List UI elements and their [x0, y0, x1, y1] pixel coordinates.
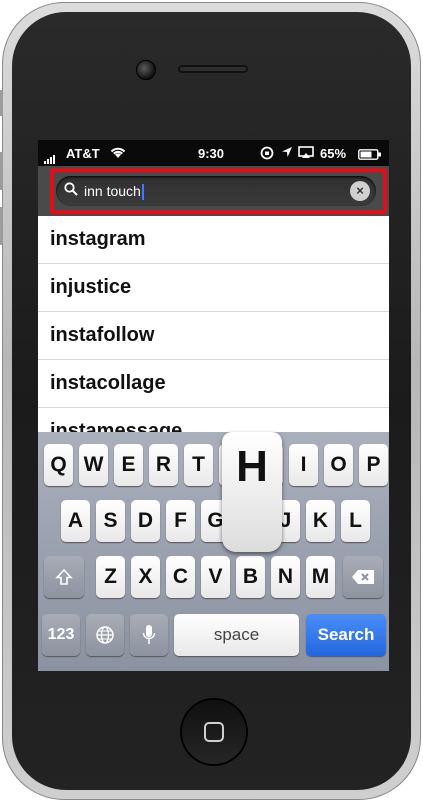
carrier-label: AT&T: [66, 146, 100, 161]
battery-percent: 65%: [320, 146, 347, 161]
status-bar: AT&T 9:30 65%: [38, 140, 389, 166]
key-c[interactable]: C: [166, 556, 195, 598]
shift-key[interactable]: [44, 556, 84, 598]
key-l[interactable]: L: [341, 500, 370, 542]
key-q[interactable]: Q: [44, 444, 73, 486]
key-preview-popup: H: [222, 432, 282, 552]
earpiece-speaker: [178, 65, 248, 73]
suggestion-item[interactable]: instagram: [38, 216, 389, 264]
front-camera: [136, 60, 156, 80]
key-i[interactable]: I: [289, 444, 318, 486]
search-highlight-box: [50, 168, 387, 214]
volume-up-button: [0, 152, 3, 190]
rotation-lock-icon: [260, 146, 275, 163]
search-bar: inn touch ×: [38, 166, 389, 216]
key-d[interactable]: D: [131, 500, 160, 542]
search-key[interactable]: Search: [306, 614, 386, 656]
key-m[interactable]: M: [306, 556, 335, 598]
home-button[interactable]: [182, 700, 246, 764]
suggestion-list: instagram injustice instafollow instacol…: [38, 216, 389, 456]
wifi-icon: [110, 146, 126, 162]
space-key[interactable]: space: [174, 614, 299, 656]
key-x[interactable]: X: [131, 556, 160, 598]
delete-key[interactable]: [343, 556, 383, 598]
signal-icon: [44, 149, 56, 164]
key-s[interactable]: S: [96, 500, 125, 542]
key-v[interactable]: V: [201, 556, 230, 598]
clock-time: 9:30: [198, 146, 225, 161]
shift-icon: [55, 568, 73, 585]
key-b[interactable]: B: [236, 556, 265, 598]
key-e[interactable]: E: [114, 444, 143, 486]
battery-icon: [358, 148, 382, 163]
suggestion-item[interactable]: instafollow: [38, 312, 389, 360]
keyboard: Q W E R T Y U I O P A S D F G H J K L Z …: [38, 432, 389, 671]
home-square-icon: [204, 722, 224, 742]
key-r[interactable]: R: [149, 444, 178, 486]
key-a[interactable]: A: [61, 500, 90, 542]
key-k[interactable]: K: [306, 500, 335, 542]
screen: AT&T 9:30 65% inn touch × instagram inju…: [38, 140, 389, 671]
globe-icon: [96, 626, 114, 644]
backspace-icon: [352, 569, 374, 584]
key-n[interactable]: N: [271, 556, 300, 598]
key-o[interactable]: O: [324, 444, 353, 486]
mute-switch: [0, 90, 3, 116]
key-preview-letter: H: [236, 442, 268, 491]
key-f[interactable]: F: [166, 500, 195, 542]
key-t[interactable]: T: [184, 444, 213, 486]
location-icon: [281, 146, 293, 161]
volume-down-button: [0, 207, 3, 245]
key-p[interactable]: P: [359, 444, 388, 486]
airplay-icon: [298, 146, 314, 162]
key-z[interactable]: Z: [96, 556, 125, 598]
key-w[interactable]: W: [79, 444, 108, 486]
dictation-key[interactable]: [130, 614, 168, 656]
suggestion-item[interactable]: injustice: [38, 264, 389, 312]
microphone-icon: [142, 624, 156, 644]
suggestion-item[interactable]: instacollage: [38, 360, 389, 408]
numbers-key[interactable]: 123: [42, 614, 80, 656]
globe-key[interactable]: [86, 614, 124, 656]
